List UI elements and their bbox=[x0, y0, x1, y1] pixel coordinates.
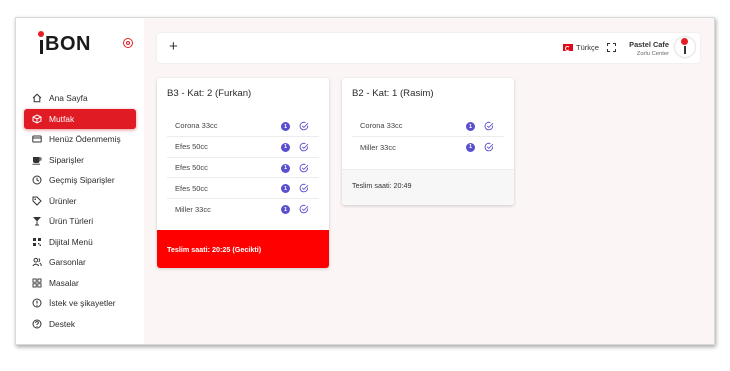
order-title: B2 - Kat: 1 (Rasim) bbox=[352, 88, 434, 99]
sidebar-item-label: Ana Sayfa bbox=[49, 93, 88, 104]
list-item: Miller 33cc 1 bbox=[352, 137, 504, 158]
sidebar: BON Ana Sayfa Mutfak Henüz Ödenmemiş Sip… bbox=[16, 18, 144, 344]
order-card: B2 - Kat: 1 (Rasim) Corona 33cc 1 Miller… bbox=[342, 78, 514, 205]
sidebar-item-masalar[interactable]: Masalar bbox=[24, 273, 136, 294]
app-logo[interactable]: BON bbox=[38, 31, 91, 55]
list-item: Corona 33cc 1 bbox=[352, 116, 504, 137]
sidebar-item-label: Ürünler bbox=[49, 195, 77, 206]
item-name: Miller 33cc bbox=[360, 142, 396, 152]
turkey-flag-icon bbox=[563, 44, 573, 51]
cup-icon bbox=[32, 155, 42, 165]
quantity-badge: 1 bbox=[466, 122, 475, 131]
history-icon bbox=[32, 175, 42, 185]
sidebar-item-urun-turleri[interactable]: Ürün Türleri bbox=[24, 211, 136, 232]
sidebar-item-ana-sayfa[interactable]: Ana Sayfa bbox=[24, 88, 136, 109]
cafe-name: Pastel Cafe bbox=[629, 40, 669, 49]
fullscreen-icon[interactable] bbox=[607, 43, 616, 52]
check-circle-icon[interactable] bbox=[484, 121, 494, 131]
quantity-badge: 1 bbox=[281, 205, 290, 215]
language-selector[interactable]: Türkçe bbox=[563, 43, 599, 52]
quantity-badge: 1 bbox=[281, 122, 290, 131]
sidebar-item-label: Mutfak bbox=[49, 113, 75, 124]
check-circle-icon[interactable] bbox=[299, 121, 309, 131]
sidebar-item-label: Garsonlar bbox=[49, 257, 86, 268]
sidebar-item-label: Siparişler bbox=[49, 154, 84, 165]
check-circle-icon[interactable] bbox=[299, 204, 309, 214]
logo-text: BON bbox=[45, 33, 91, 55]
quantity-badge: 1 bbox=[281, 184, 290, 194]
top-bar: + Türkçe Pastel Cafe Zorlu Center bbox=[157, 33, 700, 63]
sidebar-item-garsonlar[interactable]: Garsonlar bbox=[24, 252, 136, 273]
check-circle-icon[interactable] bbox=[299, 163, 309, 173]
sidebar-item-label: Dijital Menü bbox=[49, 236, 93, 247]
sidebar-item-label: Ürün Türleri bbox=[49, 216, 94, 227]
check-circle-icon[interactable] bbox=[299, 142, 309, 152]
list-item: Efes 50cc 1 bbox=[167, 158, 319, 179]
quantity-badge: 1 bbox=[281, 163, 290, 173]
sidebar-item-urunler[interactable]: Ürünler bbox=[24, 191, 136, 212]
alert-icon bbox=[32, 298, 42, 308]
list-item: Efes 50cc 1 bbox=[167, 178, 319, 200]
sidebar-item-label: Masalar bbox=[49, 277, 79, 288]
qr-icon bbox=[32, 237, 42, 247]
list-item: Corona 33cc 1 bbox=[167, 116, 319, 137]
check-circle-icon[interactable] bbox=[484, 142, 494, 152]
order-title: B3 - Kat: 2 (Furkan) bbox=[167, 88, 252, 99]
cocktail-icon bbox=[32, 216, 42, 226]
item-name: Efes 50cc bbox=[175, 142, 208, 152]
item-name: Efes 50cc bbox=[175, 162, 208, 172]
card-icon bbox=[32, 134, 42, 144]
item-name: Corona 33cc bbox=[175, 121, 218, 131]
sidebar-item-siparisler[interactable]: Siparişler bbox=[24, 150, 136, 171]
home-icon bbox=[32, 93, 42, 103]
sidebar-toggle-icon[interactable] bbox=[123, 38, 133, 48]
sidebar-item-dijital-menu[interactable]: Dijital Menü bbox=[24, 232, 136, 253]
sidebar-item-label: Geçmiş Siparişler bbox=[49, 175, 115, 186]
cafe-branch: Zorlu Center bbox=[636, 51, 669, 57]
list-item: Miller 33cc 1 bbox=[167, 199, 319, 220]
item-name: Miller 33cc bbox=[175, 205, 211, 215]
delivery-time-late: Teslim saati: 20:25 (Gecikti) bbox=[157, 230, 329, 268]
avatar[interactable] bbox=[675, 37, 695, 57]
add-button[interactable]: + bbox=[169, 39, 178, 55]
language-label: Türkçe bbox=[576, 43, 599, 52]
help-icon bbox=[32, 319, 42, 329]
item-name: Corona 33cc bbox=[360, 121, 403, 131]
app-window: BON Ana Sayfa Mutfak Henüz Ödenmemiş Sip… bbox=[15, 17, 715, 345]
sidebar-item-destek[interactable]: Destek bbox=[24, 314, 136, 335]
grid-icon bbox=[32, 278, 42, 288]
quantity-badge: 1 bbox=[281, 142, 290, 152]
delivery-time: Teslim saati: 20:49 bbox=[342, 169, 514, 205]
sidebar-item-henuz-odenmemis[interactable]: Henüz Ödenmemiş bbox=[24, 129, 136, 150]
kitchen-icon bbox=[32, 114, 42, 124]
sidebar-menu: Ana Sayfa Mutfak Henüz Ödenmemiş Sipariş… bbox=[24, 88, 136, 334]
list-item: Efes 50cc 1 bbox=[167, 137, 319, 158]
item-name: Efes 50cc bbox=[175, 183, 208, 193]
sidebar-item-label: İstek ve şikayetler bbox=[49, 298, 116, 309]
order-items: Corona 33cc 1 Efes 50cc 1 Efes 50cc 1 Ef… bbox=[167, 116, 319, 220]
sidebar-item-mutfak[interactable]: Mutfak bbox=[24, 108, 136, 129]
sidebar-item-gecmis-siparisler[interactable]: Geçmiş Siparişler bbox=[24, 170, 136, 191]
sidebar-item-istek-ve-sikayetler[interactable]: İstek ve şikayetler bbox=[24, 293, 136, 314]
tag-icon bbox=[32, 196, 42, 206]
sidebar-item-label: Destek bbox=[49, 318, 76, 329]
order-card: B3 - Kat: 2 (Furkan) Corona 33cc 1 Efes … bbox=[157, 78, 329, 268]
check-circle-icon[interactable] bbox=[299, 183, 309, 193]
logo-i-mark bbox=[38, 31, 44, 55]
order-items: Corona 33cc 1 Miller 33cc 1 bbox=[352, 116, 504, 158]
sidebar-item-label: Henüz Ödenmemiş bbox=[49, 134, 121, 145]
cafe-info: Pastel Cafe Zorlu Center bbox=[627, 40, 669, 57]
users-icon bbox=[32, 257, 42, 267]
quantity-badge: 1 bbox=[466, 142, 475, 152]
